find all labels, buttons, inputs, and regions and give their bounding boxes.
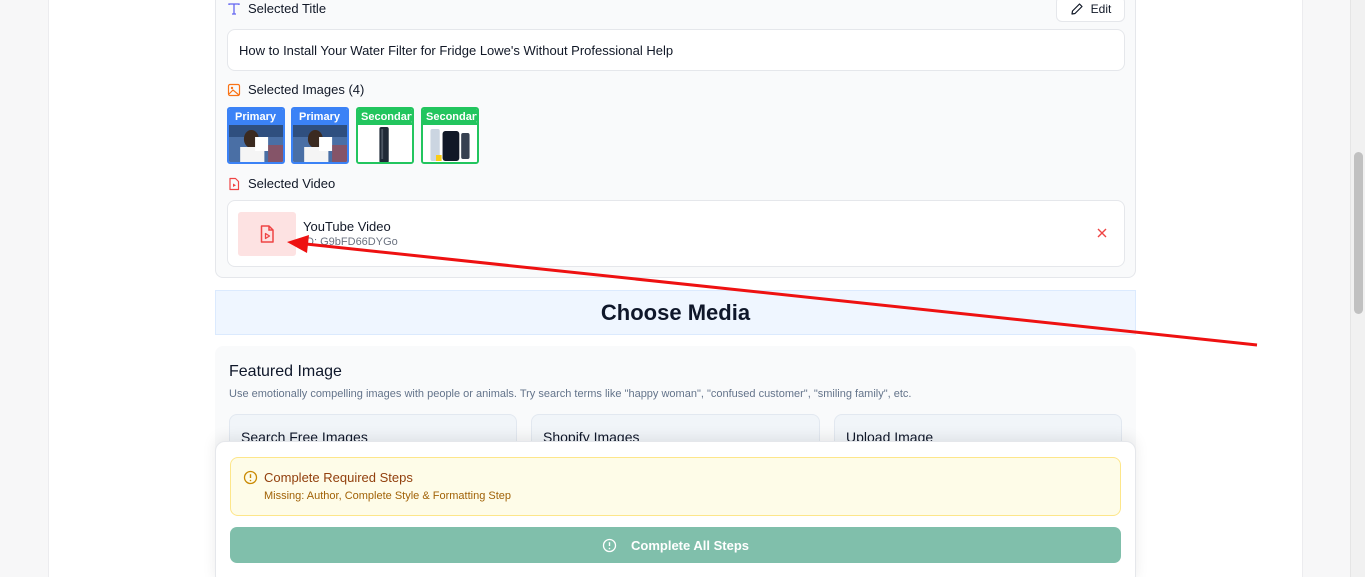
filter-product-photo <box>423 125 477 162</box>
selected-title-heading: Selected Title <box>227 1 326 16</box>
close-icon <box>1097 228 1107 238</box>
scrollbar[interactable] <box>1350 0 1365 577</box>
person-photo <box>229 125 283 162</box>
type-icon <box>227 2 241 16</box>
selected-video-heading: Selected Video <box>227 176 335 191</box>
image-tag: Primary <box>293 109 347 125</box>
video-title: YouTube Video <box>303 219 391 234</box>
selected-video-label: Selected Video <box>248 176 336 191</box>
video-file-icon <box>227 177 241 191</box>
alert-circle-icon <box>243 470 258 485</box>
edit-title-button[interactable]: Edit <box>1056 0 1125 22</box>
image-tag: Primary <box>229 109 283 125</box>
image-tag: Secondary <box>358 109 412 125</box>
image-icon <box>227 83 241 97</box>
person-photo <box>293 125 347 162</box>
image-thumbnail[interactable]: Secondary <box>356 107 414 164</box>
image-thumbnail[interactable]: Secondary <box>421 107 479 164</box>
filter-cartridge-photo <box>358 125 412 162</box>
warning-missing-text: Missing: Author, Complete Style & Format… <box>264 490 512 502</box>
warning-title: Complete Required Steps <box>264 470 413 485</box>
required-steps-warning: Complete Required Steps Missing: Author,… <box>230 457 1121 516</box>
scrollbar-thumb[interactable] <box>1354 152 1363 314</box>
choose-media-heading: Choose Media <box>215 290 1136 335</box>
right-gutter <box>1302 0 1350 577</box>
selected-title-text: How to Install Your Water Filter for Fri… <box>239 42 674 58</box>
pencil-icon <box>1071 3 1083 15</box>
complete-all-steps-button[interactable]: Complete All Steps <box>230 527 1121 563</box>
selected-images-label: Selected Images (4) <box>248 82 365 97</box>
featured-image-description: Use emotionally compelling images with p… <box>229 388 912 400</box>
edit-button-label: Edit <box>1090 2 1112 16</box>
video-id: ID: G9bFD66DYGo <box>303 236 398 248</box>
image-tag: Secondary <box>423 109 477 125</box>
featured-image-title: Featured Image <box>229 363 342 380</box>
choose-media-label: Choose Media <box>600 299 751 325</box>
selected-video-card: YouTube Video ID: G9bFD66DYGo <box>227 200 1125 267</box>
video-file-icon <box>260 225 274 243</box>
selected-images-heading: Selected Images (4) <box>227 82 364 97</box>
complete-button-label: Complete All Steps <box>631 537 749 553</box>
image-thumbnail[interactable]: Primary <box>291 107 349 164</box>
remove-video-button[interactable] <box>1094 225 1110 241</box>
left-gutter <box>0 0 49 577</box>
alert-circle-icon <box>602 538 617 553</box>
selected-title-label: Selected Title <box>248 1 327 16</box>
video-thumbnail <box>238 212 296 256</box>
image-thumbnail[interactable]: Primary <box>227 107 285 164</box>
selected-title-box: How to Install Your Water Filter for Fri… <box>227 29 1125 71</box>
